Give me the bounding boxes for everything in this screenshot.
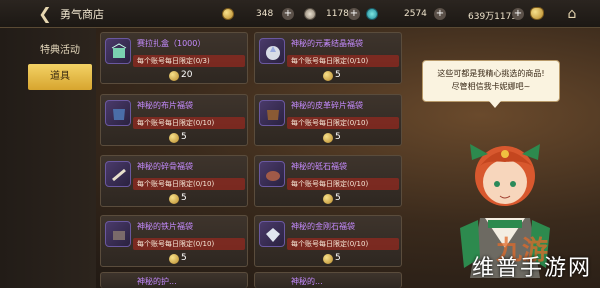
cloth-bag-icon [105,100,131,126]
item-name: 神秘的金刚石福袋 [291,222,355,231]
price-coin-icon [323,133,333,143]
item-price: 5 [335,193,341,203]
item-price: 5 [181,193,187,203]
npc-line-2: 尽管相信我卡妮娜吧~ [451,82,531,91]
diamond-bag-icon [259,221,285,247]
item-price: 5 [335,70,341,80]
item-name: 神秘的碎骨福袋 [137,162,193,171]
item-name: 神秘的... [291,277,323,286]
iron-bag-icon [105,221,131,247]
top-bar: ❮ 勇气商店 348 + 1178 + 2574 + 639万1173 + ⌂ [0,0,600,28]
shop-item-card[interactable]: 神秘的碎骨福袋 每个账号每日限定(0/10) 5 [100,155,248,207]
shop-item-card[interactable]: 神秘的金刚石福袋 每个账号每日限定(0/10) 5 [254,215,402,267]
shop-item-card[interactable]: 神秘的... [254,272,402,288]
crystal-bag-icon [259,38,285,64]
gold-coin-icon [222,8,234,20]
item-name: 赛拉扎盒（1000） [137,39,206,48]
item-limit: 每个账号每日限定(0/10) [133,238,245,250]
item-limit: 每个账号每日限定(0/10) [287,117,399,129]
add-gold-button[interactable]: + [282,8,294,20]
item-price: 5 [335,132,341,142]
gem-count: 2574 [404,9,427,19]
leather-bag-icon [259,100,285,126]
item-box-icon [105,38,131,64]
ticket-count: 1178 [326,9,349,19]
item-name: 神秘的护... [137,277,177,286]
price-coin-icon [323,71,333,81]
shop-item-card[interactable]: 神秘的皮革碎片福袋 每个账号每日限定(0/10) 5 [254,94,402,146]
item-limit: 每个账号每日限定(0/3) [133,55,245,67]
npc-speech-bubble: 这些可都是我精心挑选的商品! 尽管相信我卡妮娜吧~ [422,60,560,108]
back-arrow-icon[interactable]: ❮ [36,5,54,23]
tab-special-event[interactable]: 特典活动 [28,38,92,64]
home-icon[interactable]: ⌂ [564,6,580,22]
gold-count: 348 [256,9,274,19]
page-title: 勇气商店 [60,8,104,21]
item-price: 5 [181,132,187,142]
add-ticket-button[interactable]: + [348,8,360,20]
tab-items[interactable]: 道具 [28,64,92,90]
gem-icon [366,8,378,20]
shop-item-card[interactable]: 赛拉扎盒（1000） 每个账号每日限定(0/3) 20 [100,32,248,84]
item-limit: 每个账号每日限定(0/10) [287,55,399,67]
add-money-button[interactable]: + [512,8,524,20]
item-name: 神秘的布片福袋 [137,101,193,110]
money-bag-icon [530,7,544,20]
ticket-icon [304,8,316,20]
item-name: 神秘的砥石福袋 [291,162,347,171]
shop-item-card[interactable]: 神秘的布片福袋 每个账号每日限定(0/10) 5 [100,94,248,146]
price-coin-icon [169,71,179,81]
item-name: 神秘的铁片福袋 [137,222,193,231]
item-price: 5 [181,253,187,263]
item-price: 5 [335,253,341,263]
price-coin-icon [169,194,179,204]
item-name: 神秘的元素结晶福袋 [291,39,363,48]
add-gem-button[interactable]: + [434,8,446,20]
item-limit: 每个账号每日限定(0/10) [133,117,245,129]
shop-item-card[interactable]: 神秘的护... [100,272,248,288]
item-price: 20 [181,70,193,80]
item-name: 神秘的皮革碎片福袋 [291,101,363,110]
sidebar: 特典活动 道具 [0,28,96,288]
price-coin-icon [169,133,179,143]
price-coin-icon [323,254,333,264]
item-limit: 每个账号每日限定(0/10) [133,178,245,190]
shop-item-card[interactable]: 神秘的铁片福袋 每个账号每日限定(0/10) 5 [100,215,248,267]
item-limit: 每个账号每日限定(0/10) [287,178,399,190]
money-count: 639万1173 [468,12,518,22]
price-coin-icon [323,194,333,204]
npc-line-1: 这些可都是我精心挑选的商品! [437,69,545,78]
price-coin-icon [169,254,179,264]
shop-item-card[interactable]: 神秘的砥石福袋 每个账号每日限定(0/10) 5 [254,155,402,207]
site-watermark: 维普手游网 [471,256,592,281]
bone-bag-icon [105,161,131,187]
item-limit: 每个账号每日限定(0/10) [287,238,399,250]
whetstone-bag-icon [259,161,285,187]
shop-item-card[interactable]: 神秘的元素结晶福袋 每个账号每日限定(0/10) 5 [254,32,402,84]
